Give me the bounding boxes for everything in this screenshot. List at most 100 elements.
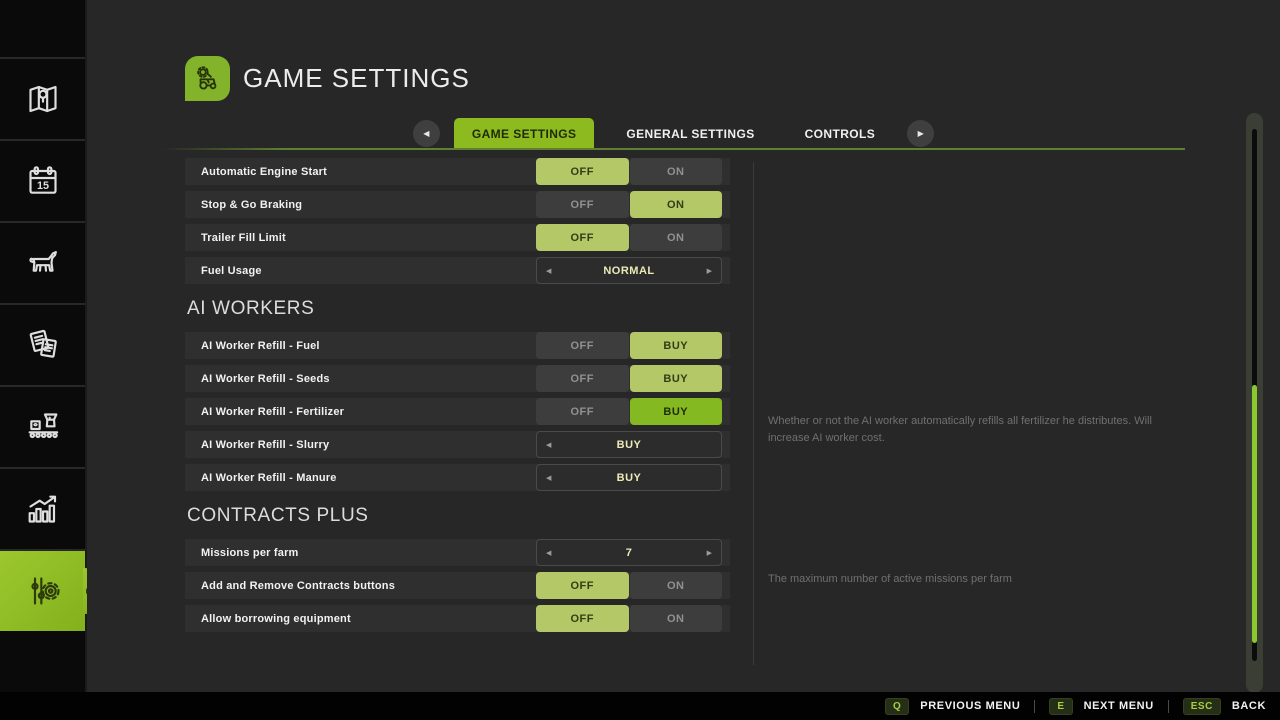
selector-value: 7 <box>537 540 721 565</box>
tab-game-settings[interactable]: GAME SETTINGS <box>454 118 595 149</box>
setting-row: Automatic Engine StartOFFON <box>185 158 730 185</box>
setting-row: AI Worker Refill - SeedsOFFBUY <box>185 365 730 392</box>
setting-label: Stop & Go Braking <box>185 199 536 211</box>
production-icon <box>23 407 63 447</box>
key-esc-badge: ESC <box>1183 698 1221 715</box>
toggle-option-buy[interactable]: BUY <box>630 398 723 425</box>
value-selector: ◀BUY <box>536 464 722 491</box>
setting-row: AI Worker Refill - FertilizerOFFBUY <box>185 398 730 425</box>
toggle-control: OFFBUY <box>536 365 722 392</box>
setting-row: AI Worker Refill - FuelOFFBUY <box>185 332 730 359</box>
toggle-option-off[interactable]: OFF <box>536 224 629 251</box>
setting-label: AI Worker Refill - Fertilizer <box>185 406 536 418</box>
key-e-badge: E <box>1049 698 1072 715</box>
setting-row: Add and Remove Contracts buttonsOFFON <box>185 572 730 599</box>
contracts-icon <box>23 325 63 365</box>
toggle-option-off[interactable]: OFF <box>536 191 629 218</box>
value-selector: ◀7▶ <box>536 539 722 566</box>
toggle-option-on[interactable]: ON <box>630 605 723 632</box>
setting-row: AI Worker Refill - Manure◀BUY <box>185 464 730 491</box>
toggle-control: OFFBUY <box>536 332 722 359</box>
setting-label: AI Worker Refill - Manure <box>185 472 536 484</box>
setting-label: AI Worker Refill - Seeds <box>185 373 536 385</box>
footer-divider <box>1168 700 1169 713</box>
sidebar: 15 ▶ <box>0 0 87 692</box>
toggle-option-off[interactable]: OFF <box>536 605 629 632</box>
setting-label: AI Worker Refill - Fuel <box>185 340 536 352</box>
settings-list: Automatic Engine StartOFFONStop & Go Bra… <box>185 158 730 638</box>
toggle-control: OFFON <box>536 224 722 251</box>
setting-description-fertilizer: Whether or not the AI worker automatical… <box>768 413 1160 446</box>
setting-row: AI Worker Refill - Slurry◀BUY <box>185 431 730 458</box>
tab-general-settings[interactable]: GENERAL SETTINGS <box>608 118 772 149</box>
footer-divider <box>1034 700 1035 713</box>
toggle-option-off[interactable]: OFF <box>536 398 629 425</box>
column-divider <box>753 162 754 665</box>
toggle-control: OFFON <box>536 158 722 185</box>
toggle-option-on[interactable]: ON <box>630 158 723 185</box>
main-panel: GAME SETTINGS ◀ GAME SETTINGS GENERAL SE… <box>87 0 1280 692</box>
tabs-previous-button[interactable]: ◀ <box>413 120 440 147</box>
calendar-icon: 15 <box>23 161 63 201</box>
sidebar-item-map[interactable] <box>0 57 85 139</box>
sidebar-item-statistics[interactable] <box>0 467 85 549</box>
scrollbar <box>1246 113 1263 693</box>
toggle-option-off[interactable]: OFF <box>536 572 629 599</box>
sidebar-item-calendar[interactable]: 15 <box>0 139 85 221</box>
sidebar-item-contracts[interactable] <box>0 303 85 385</box>
arrow-right-icon: ▶ <box>918 130 924 138</box>
arrow-left-icon: ◀ <box>423 130 429 138</box>
toggle-option-on[interactable]: ON <box>630 191 723 218</box>
selector-value: BUY <box>537 465 721 490</box>
toggle-option-on[interactable]: ON <box>630 572 723 599</box>
tab-controls[interactable]: CONTROLS <box>787 118 894 149</box>
tab-underline <box>162 148 1185 150</box>
selector-value: NORMAL <box>537 258 721 283</box>
toggle-option-off[interactable]: OFF <box>536 365 629 392</box>
setting-label: Trailer Fill Limit <box>185 232 536 244</box>
game-settings-app-icon <box>185 56 230 101</box>
value-selector: ◀BUY <box>536 431 722 458</box>
statistics-icon <box>23 489 63 529</box>
sidebar-spacer <box>0 0 85 57</box>
section-title: AI WORKERS <box>187 298 730 320</box>
scrollbar-thumb[interactable] <box>1252 385 1257 643</box>
tabs-next-button[interactable]: ▶ <box>907 120 934 147</box>
tab-bar: ◀ GAME SETTINGS GENERAL SETTINGS CONTROL… <box>87 118 1260 149</box>
toggle-option-off[interactable]: OFF <box>536 158 629 185</box>
setting-row: Trailer Fill LimitOFFON <box>185 224 730 251</box>
tractor-gear-icon <box>192 63 224 95</box>
toggle-control: OFFON <box>536 605 722 632</box>
selector-value: BUY <box>537 432 721 457</box>
arrow-right-icon[interactable]: ▶ <box>707 549 712 557</box>
previous-menu-label[interactable]: PREVIOUS MENU <box>920 700 1020 712</box>
toggle-control: OFFBUY <box>536 398 722 425</box>
setting-label: Allow borrowing equipment <box>185 613 536 625</box>
toggle-control: OFFON <box>536 191 722 218</box>
toggle-option-off[interactable]: OFF <box>536 332 629 359</box>
sidebar-item-animals[interactable] <box>0 221 85 303</box>
setting-row: Fuel Usage◀NORMAL▶ <box>185 257 730 284</box>
sidebar-item-production[interactable] <box>0 385 85 467</box>
key-q-badge: Q <box>885 698 909 715</box>
scrollbar-track[interactable] <box>1252 129 1257 661</box>
section-title: CONTRACTS PLUS <box>187 505 730 527</box>
setting-label: Add and Remove Contracts buttons <box>185 580 536 592</box>
toggle-option-buy[interactable]: BUY <box>630 365 723 392</box>
sidebar-item-game-settings[interactable]: ▶ <box>0 549 85 631</box>
setting-label: AI Worker Refill - Slurry <box>185 439 536 451</box>
value-selector: ◀NORMAL▶ <box>536 257 722 284</box>
animals-icon <box>23 243 63 283</box>
setting-label: Automatic Engine Start <box>185 166 536 178</box>
next-menu-label[interactable]: NEXT MENU <box>1084 700 1154 712</box>
toggle-option-buy[interactable]: BUY <box>630 332 723 359</box>
page-title: GAME SETTINGS <box>243 63 470 94</box>
arrow-right-icon[interactable]: ▶ <box>707 267 712 275</box>
setting-row: Allow borrowing equipmentOFFON <box>185 605 730 632</box>
setting-label: Missions per farm <box>185 547 536 559</box>
setting-description-missions: The maximum number of active missions pe… <box>768 571 1160 588</box>
back-label[interactable]: BACK <box>1232 700 1266 712</box>
svg-text:15: 15 <box>36 180 48 192</box>
toggle-option-on[interactable]: ON <box>630 224 723 251</box>
game-settings-icon <box>23 571 63 611</box>
